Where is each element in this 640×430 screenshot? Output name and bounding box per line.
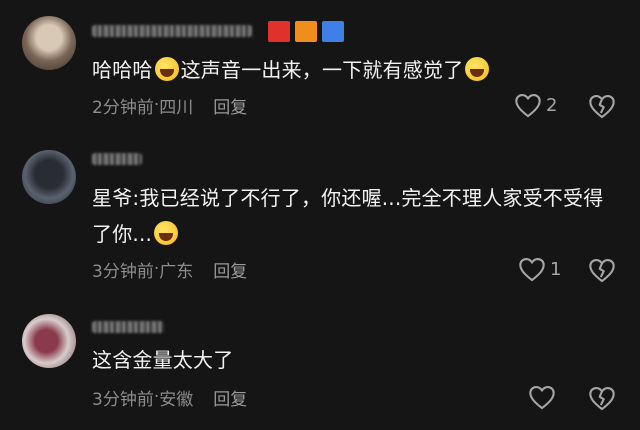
like-count: 2 (546, 94, 558, 116)
username[interactable] (92, 150, 142, 168)
like-button[interactable]: 1 (518, 256, 561, 282)
comment-location: 广东 (159, 261, 194, 282)
broken-heart-icon (588, 257, 616, 283)
comment-location: 安徽 (159, 389, 194, 410)
avatar[interactable] (22, 150, 76, 204)
blue-square-icon (322, 20, 344, 42)
reply-button[interactable]: 回复 (213, 93, 247, 118)
dislike-button[interactable] (588, 385, 616, 411)
avatar[interactable] (22, 314, 76, 368)
like-button[interactable] (528, 384, 560, 410)
username[interactable] (92, 318, 164, 336)
reply-button[interactable]: 回复 (213, 385, 247, 410)
comment-time: 3分钟前 (92, 389, 154, 410)
avatar[interactable] (22, 16, 76, 70)
dislike-button[interactable] (588, 257, 616, 283)
like-count: 1 (550, 258, 562, 280)
blurred-username (92, 25, 252, 37)
laughing-emoji-icon (154, 57, 179, 81)
comment-text: 哈哈哈 这声音一出来，一下就有感觉了 (92, 52, 614, 88)
red-square-icon (268, 20, 290, 42)
broken-heart-icon (588, 385, 616, 411)
dislike-button[interactable] (588, 93, 616, 119)
comment-text-part: 这声音一出来，一下就有感觉了 (180, 58, 464, 82)
heart-icon (514, 92, 542, 118)
grimacing-emoji-icon (154, 221, 179, 245)
comment-meta: 2分钟前 · 四川 回复 (92, 93, 247, 118)
comment-time: 2分钟前 (92, 97, 154, 118)
comment-text: 星爷:我已经说了不行了，你还喔...完全不理人家受不受得了你... (92, 180, 614, 252)
flag-emojis (268, 20, 344, 42)
heart-icon (528, 384, 556, 410)
username[interactable] (92, 20, 344, 42)
comment-list: 哈哈哈 这声音一出来，一下就有感觉了 2分钟前 · 四川 回复 2 星爷:我已经说… (0, 0, 640, 430)
comment-time: 3分钟前 (92, 261, 154, 282)
orange-square-icon (295, 20, 317, 42)
comment-meta: 3分钟前 · 安徽 回复 (92, 385, 247, 410)
comment-text-part: 哈哈哈 (92, 58, 153, 82)
like-button[interactable]: 2 (514, 92, 557, 118)
rofl-emoji-icon (465, 57, 490, 81)
broken-heart-icon (588, 93, 616, 119)
blurred-username (92, 321, 164, 333)
comment-meta: 3分钟前 · 广东 回复 (92, 257, 247, 282)
heart-icon (518, 256, 546, 282)
comment-location: 四川 (159, 97, 194, 118)
comment-text-part: 这含金量太大了 (92, 348, 234, 372)
blurred-username (92, 153, 142, 165)
comment-text: 这含金量太大了 (92, 342, 614, 378)
reply-button[interactable]: 回复 (213, 257, 247, 282)
